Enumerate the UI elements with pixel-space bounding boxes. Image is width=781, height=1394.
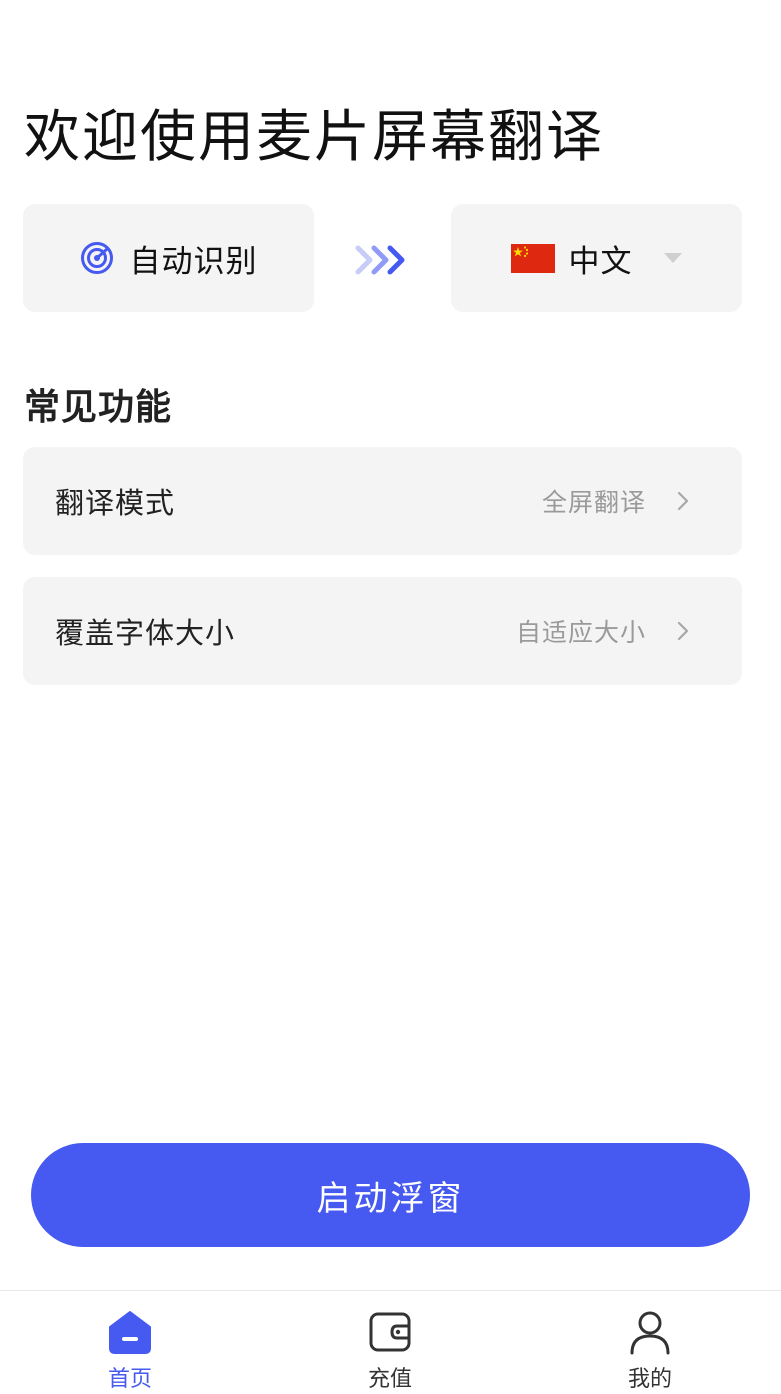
section-title: 常见功能 [24,387,173,428]
tab-label: 充值 [367,1367,412,1392]
row-value-group: 全屏翻译 [542,483,690,519]
tab-recharge[interactable]: 充值 [325,1291,455,1394]
page-title: 欢迎使用麦片屏幕翻译 [24,105,604,170]
start-floating-window-button[interactable]: 启动浮窗 [31,1143,750,1247]
target-language-dropdown[interactable]: 中文 [451,204,742,312]
tab-label: 我的 [627,1367,672,1392]
bottom-tab-bar: 首页 充值 我的 [0,1290,781,1394]
target-language-label: 中文 [568,243,633,280]
language-selector: 自动识别 中文 [0,204,781,312]
wallet-icon [369,1312,411,1352]
overlay-font-size-row[interactable]: 覆盖字体大小 自适应大小 [23,577,742,685]
source-language-label: 自动识别 [129,243,258,280]
translation-mode-row[interactable]: 翻译模式 全屏翻译 [23,447,742,555]
tab-profile[interactable]: 我的 [585,1291,715,1394]
tab-label: 首页 [107,1367,152,1392]
chevron-right-icon [677,621,689,641]
row-label: 翻译模式 [55,486,176,520]
home-icon [109,1311,151,1354]
target-icon [80,242,113,274]
caret-down-icon [663,253,682,263]
china-flag-icon [510,243,555,273]
user-icon [630,1311,670,1355]
row-label: 覆盖字体大小 [55,616,236,650]
triple-chevron-right-icon [355,245,405,275]
chevron-right-icon [677,491,689,511]
row-value: 全屏翻译 [541,488,646,517]
source-language-button[interactable]: 自动识别 [23,204,314,312]
tab-home[interactable]: 首页 [65,1291,195,1394]
row-value: 自适应大小 [515,618,646,647]
home-screen: 欢迎使用麦片屏幕翻译 自动识别 中文 常见功能 翻译模式 全屏翻译 覆盖字体大小… [0,0,781,1394]
row-value-group: 自适应大小 [516,613,690,649]
